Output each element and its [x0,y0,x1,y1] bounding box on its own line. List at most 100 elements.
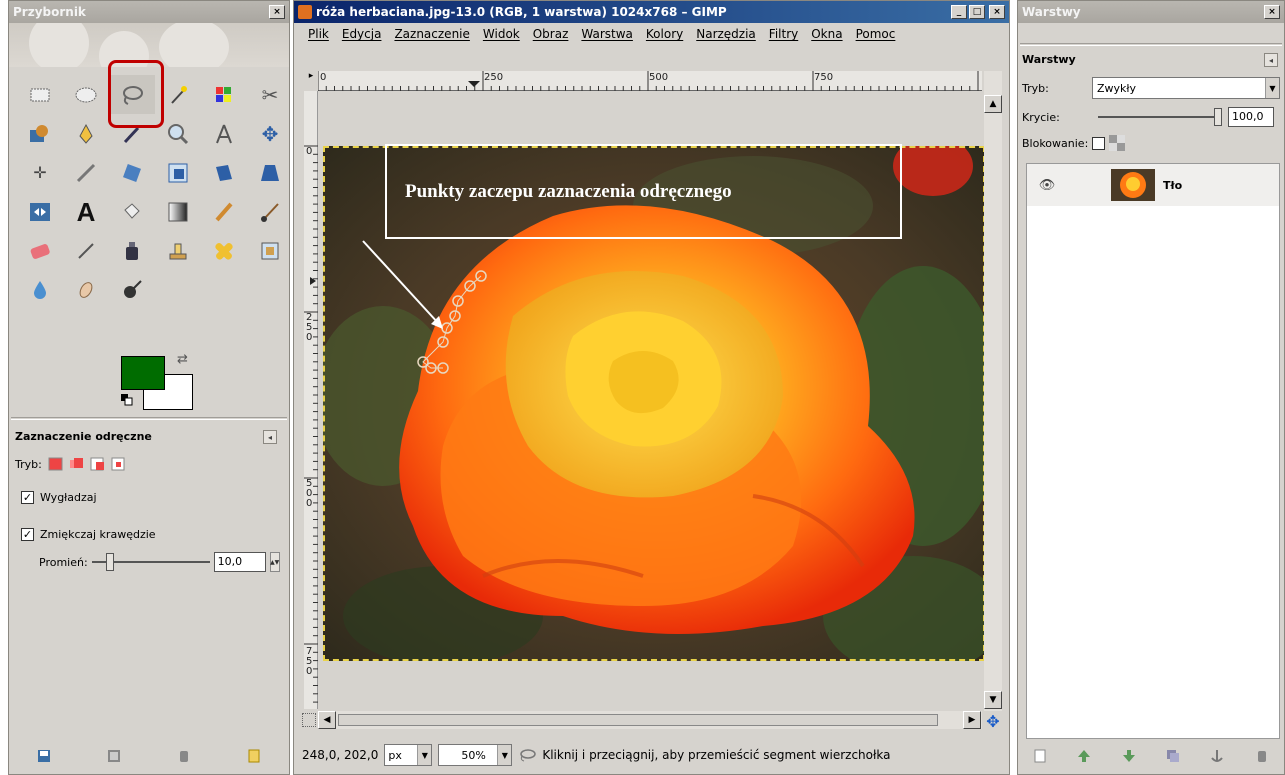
foreground-color-swatch[interactable] [121,356,165,390]
shear-tool[interactable] [201,153,247,192]
mode-add-icon[interactable] [69,457,84,471]
scroll-up-button[interactable]: ▲ [984,95,1002,113]
raise-layer-icon[interactable] [1076,748,1092,764]
move-tool[interactable]: ✥ [247,114,293,153]
quick-mask-icon[interactable] [302,713,316,727]
radius-slider[interactable] [91,553,210,571]
layer-list[interactable]: 👁 Tło [1026,163,1280,739]
restore-options-icon[interactable] [106,748,122,764]
radius-spin-arrows[interactable]: ▲▼ [269,552,280,572]
heal-tool[interactable] [201,231,247,270]
feather-row[interactable]: ✓ Zmiękczaj krawędzie [21,528,156,541]
close-button[interactable]: × [989,5,1005,19]
lower-layer-icon[interactable] [1121,748,1137,764]
scale-tool[interactable] [155,153,201,192]
horizontal-ruler[interactable]: 0 250 500 750 [318,71,982,91]
menu-widok[interactable]: Widok [483,27,520,41]
text-tool[interactable]: A [63,192,109,231]
feather-checkbox[interactable]: ✓ [21,528,34,541]
image-window-titlebar[interactable]: róża herbaciana.jpg-13.0 (RGB, 1 warstwa… [294,1,1009,23]
swap-colors-icon[interactable]: ⇄ [177,352,188,367]
color-area[interactable]: ⇄ [113,352,203,412]
save-options-icon[interactable] [36,748,52,764]
menu-filtry[interactable]: Filtry [769,27,798,41]
align-tool[interactable]: ✛ [17,153,63,192]
maximize-button[interactable]: □ [969,5,985,19]
scissors-select-tool[interactable]: ✂ [247,75,293,114]
horizontal-scroll-thumb[interactable] [338,714,938,726]
smudge-tool[interactable] [63,270,109,309]
mode-intersect-icon[interactable] [111,457,126,471]
vertical-ruler[interactable]: 0 2 5 0 5 0 0 7 5 0 [304,91,318,709]
blur-tool[interactable] [17,270,63,309]
vertical-scrollbar[interactable]: ▲ ▼ [984,71,1002,711]
menu-obraz[interactable]: Obraz [533,27,569,41]
dodge-burn-tool[interactable] [109,270,155,309]
rect-select-tool[interactable] [17,75,63,114]
ellipse-select-tool[interactable] [63,75,109,114]
mode-replace-icon[interactable] [48,457,63,471]
eraser-tool[interactable] [17,231,63,270]
blend-tool[interactable] [155,192,201,231]
foreground-select-tool[interactable] [17,114,63,153]
menu-okna[interactable]: Okna [811,27,842,41]
pencil-tool[interactable] [201,192,247,231]
radius-slider-knob[interactable] [105,553,114,571]
navigate-icon[interactable]: ✥ [984,713,1002,731]
layers-close-button[interactable]: × [1264,5,1280,19]
select-by-color-tool[interactable] [201,75,247,114]
scroll-down-button[interactable]: ▼ [984,691,1002,709]
perspective-clone-tool[interactable] [247,231,293,270]
layers-menu-button[interactable]: ◂ [1264,53,1278,67]
layer-row[interactable]: 👁 Tło [1027,164,1279,206]
opacity-slider[interactable] [1098,108,1222,126]
paintbrush-tool[interactable] [247,192,293,231]
mode-subtract-icon[interactable] [90,457,105,471]
toolbox-titlebar[interactable]: Przybornik × [9,1,289,23]
unit-select[interactable]: px ▼ [384,744,433,766]
delete-options-icon[interactable] [176,748,192,764]
antialias-row[interactable]: ✓ Wygładzaj [21,491,97,504]
default-colors-icon[interactable] [121,394,133,406]
toolbox-close-button[interactable]: × [269,5,285,19]
reset-options-icon[interactable] [246,748,262,764]
layers-titlebar[interactable]: Warstwy × [1018,1,1284,23]
lock-alpha-checkbox[interactable] [1092,136,1106,150]
ink-tool[interactable] [109,231,155,270]
canvas-area[interactable]: Punkty zaczepu zaznaczenia odręcznego [318,91,985,709]
airbrush-tool[interactable] [63,231,109,270]
minimize-button[interactable]: _ [951,5,967,19]
ruler-menu-button[interactable]: ▸ [304,71,318,91]
antialias-checkbox[interactable]: ✓ [21,491,34,504]
clone-tool[interactable] [155,231,201,270]
layer-name[interactable]: Tło [1163,179,1182,192]
duplicate-layer-icon[interactable] [1165,748,1181,764]
horizontal-scrollbar[interactable]: ◀ ▶ [318,711,982,729]
new-layer-icon[interactable] [1032,748,1048,764]
tool-options-menu-button[interactable]: ◂ [263,430,277,444]
menu-warstwa[interactable]: Warstwa [581,27,633,41]
measure-tool[interactable] [201,114,247,153]
menu-plik[interactable]: Plik [308,27,329,41]
paths-tool[interactable] [63,114,109,153]
delete-layer-icon[interactable] [1254,748,1270,764]
bucket-fill-tool[interactable] [109,192,155,231]
menu-kolory[interactable]: Kolory [646,27,683,41]
layer-mode-select[interactable]: Zwykły ▼ [1092,77,1280,99]
menu-edycja[interactable]: Edycja [342,27,382,41]
visibility-eye-icon[interactable]: 👁 [1027,178,1067,193]
opacity-slider-knob[interactable] [1214,108,1222,126]
menu-zaznaczenie[interactable]: Zaznaczenie [394,27,469,41]
anchor-layer-icon[interactable] [1209,748,1225,764]
crop-tool[interactable] [63,153,109,192]
scroll-left-button[interactable]: ◀ [318,711,336,729]
zoom-select[interactable]: 50% ▼ [438,744,513,766]
opacity-input[interactable]: 100,0 [1228,107,1274,127]
menu-narzedzia[interactable]: Narzędzia [696,27,756,41]
scroll-right-button[interactable]: ▶ [963,711,981,729]
perspective-tool[interactable] [247,153,293,192]
menu-pomoc[interactable]: Pomoc [856,27,896,41]
flip-tool[interactable] [17,192,63,231]
radius-input[interactable]: 10,0 [213,552,266,572]
rotate-tool[interactable] [109,153,155,192]
